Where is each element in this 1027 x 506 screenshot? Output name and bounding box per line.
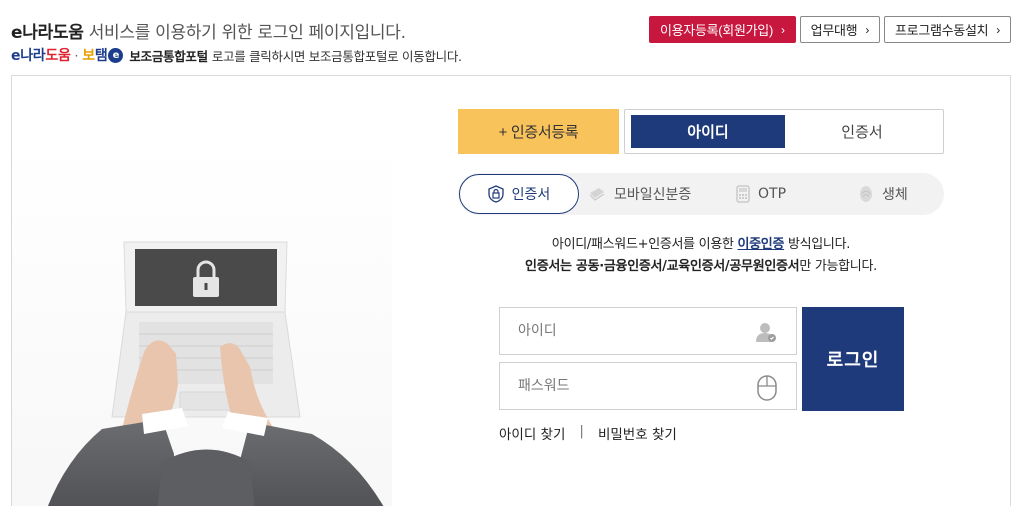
logo-e: e (11, 48, 21, 64)
id-field (499, 307, 797, 355)
fingerprint-icon (860, 186, 872, 202)
desc-line2-bold: 인증서는 공동·금융인증서/교육인증서/공무원인증서 (525, 259, 800, 274)
cert-register-button[interactable]: + 인증서등록 (458, 109, 619, 154)
laptop-photo (12, 142, 392, 506)
portal-name: 보조금통합포털 (129, 48, 208, 64)
method-cert-label: 인증서 (511, 187, 551, 203)
login-button[interactable]: 로그인 (802, 307, 904, 411)
link-separator: | (579, 423, 584, 439)
logo-separator: · (74, 47, 79, 63)
id-card-icon (589, 188, 605, 201)
tab-cert[interactable]: 인증서 (785, 115, 939, 148)
register-button[interactable]: 이용자등록(회원가입) › (648, 16, 796, 43)
method-biometric[interactable]: 생체 (858, 173, 908, 215)
shield-lock-icon (488, 185, 504, 203)
title-brand: e나라도움 (11, 23, 84, 43)
auth-method-selector: 인증서 모바일신분증 OTP 생체 (458, 173, 944, 215)
portal-notice-text: 로고를 클릭하시면 보조금통합포털로 이동합니다. (211, 48, 462, 64)
proxy-button[interactable]: 업무대행 › (799, 16, 881, 43)
method-otp[interactable]: OTP (736, 173, 786, 215)
logo-tem: 탬 (94, 48, 108, 64)
login-panel: + 인증서등록 아이디 인증서 인증서 모바일신분증 OTP 생체 아이디/패스… (11, 75, 1011, 506)
chevron-right-icon: › (780, 22, 785, 37)
method-otp-label: OTP (758, 186, 787, 202)
page-title: e나라도움 서비스를 이용하기 위한 로그인 페이지입니다. (11, 18, 406, 43)
title-text: 서비스를 이용하기 위한 로그인 페이지입니다. (83, 23, 406, 43)
desc-line1: 아이디/패스워드+인증서를 이용한 이중인증 방식입니다. (458, 234, 944, 256)
desc-line1-pre: 아이디/패스워드+인증서를 이용한 (551, 237, 738, 252)
chevron-right-icon: › (865, 22, 870, 37)
logo-e-badge: e (108, 47, 124, 63)
install-label: 프로그램수동설치 (895, 23, 989, 38)
enaradoum-logo[interactable]: e나라도움 (11, 45, 71, 65)
password-input[interactable] (518, 378, 738, 394)
method-cert[interactable]: 인증서 (459, 174, 579, 214)
find-id-link[interactable]: 아이디 찾기 (499, 423, 565, 443)
logo-bo: 보 (82, 48, 95, 64)
user-icon (754, 320, 778, 348)
register-label: 이용자등록(회원가입) (659, 23, 773, 38)
logo-nara: 나라 (20, 48, 46, 64)
desc-line1-post: 방식입니다. (784, 237, 851, 252)
top-button-group: 이용자등록(회원가입) › 업무대행 › 프로그램수동설치 › (648, 16, 1011, 43)
laptop-illustration (12, 142, 392, 506)
chevron-right-icon: › (996, 22, 1000, 37)
method-mobile-id[interactable]: 모바일신분증 (588, 173, 691, 215)
auth-description: 아이디/패스워드+인증서를 이용한 이중인증 방식입니다. 인증서는 공동·금융… (458, 234, 944, 278)
mouse-icon (756, 375, 778, 405)
login-type-switch: 아이디 인증서 (624, 109, 944, 154)
find-password-link[interactable]: 비밀번호 찾기 (598, 423, 677, 443)
account-links: 아이디 찾기 | 비밀번호 찾기 (499, 423, 677, 443)
method-bio-label: 생체 (882, 187, 908, 203)
tab-id[interactable]: 아이디 (631, 115, 785, 148)
method-mobile-label: 모바일신분증 (614, 187, 692, 203)
two-factor-link[interactable]: 이중인증 (737, 237, 784, 252)
portal-notice: e나라도움 · 보탬e 보조금통합포털 로고를 클릭하시면 보조금통합포털로 이… (11, 45, 462, 65)
proxy-label: 업무대행 (810, 23, 858, 38)
id-input[interactable] (518, 323, 738, 339)
botem-logo[interactable]: 보탬e (82, 45, 124, 65)
desc-line2: 인증서는 공동·금융인증서/교육인증서/공무원인증서만 가능합니다. (458, 256, 944, 278)
password-field (499, 362, 797, 410)
logo-dowoom: 도움 (45, 48, 71, 64)
manual-install-button[interactable]: 프로그램수동설치 › (884, 16, 1011, 43)
desc-line2-post: 만 가능합니다. (799, 259, 877, 274)
otp-device-icon (736, 185, 750, 203)
